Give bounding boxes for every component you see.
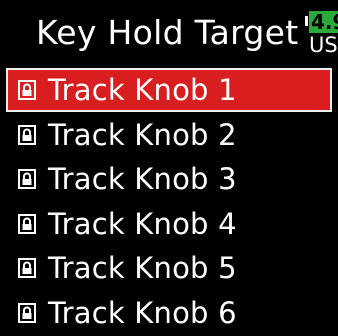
list-item-track-knob-2[interactable]: Track Knob 2 xyxy=(6,113,332,157)
list-item-label: Track Knob 2 xyxy=(48,117,237,152)
power-source-label: USB xyxy=(309,33,338,57)
battery-nub-icon xyxy=(305,16,308,26)
list-item-track-knob-4[interactable]: Track Knob 4 xyxy=(6,202,332,246)
lock-icon xyxy=(18,169,36,190)
list-item-label: Track Knob 5 xyxy=(48,251,237,286)
page-title: Key Hold Target xyxy=(36,13,299,52)
battery-indicator: 4.9 USB xyxy=(305,7,338,57)
key-hold-target-list: Track Knob 1 Track Knob 2 Track Knob 3 T… xyxy=(6,68,332,336)
list-item-label: Track Knob 1 xyxy=(48,73,237,107)
device-screen: Key Hold Target 4.9 USB Track Knob 1 Tra… xyxy=(0,0,338,333)
lock-icon xyxy=(18,213,36,234)
list-item-label: Track Knob 4 xyxy=(48,206,237,241)
lock-icon xyxy=(18,124,36,145)
list-item-label: Track Knob 6 xyxy=(48,295,237,330)
list-item-track-knob-6[interactable]: Track Knob 6 xyxy=(6,291,332,335)
lock-icon xyxy=(18,302,36,323)
header: Key Hold Target 4.9 USB xyxy=(0,0,338,68)
list-item-label: Track Knob 3 xyxy=(48,162,237,197)
lock-icon xyxy=(18,80,36,100)
list-item-track-knob-5[interactable]: Track Knob 5 xyxy=(6,246,332,290)
battery-level: 4.9 xyxy=(309,11,338,33)
list-item-track-knob-1[interactable]: Track Knob 1 xyxy=(6,68,332,112)
list-item-track-knob-3[interactable]: Track Knob 3 xyxy=(6,157,332,201)
lock-icon xyxy=(18,258,36,279)
